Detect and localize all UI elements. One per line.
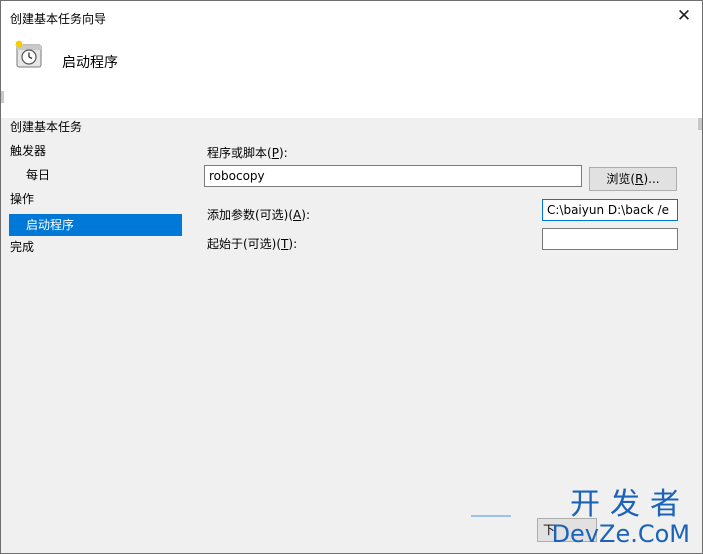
nav-step-trigger[interactable]: 触发器	[10, 140, 180, 162]
wizard-window: 创建基本任务向导 ✕ 启动程序 创建基本任务 触发器 每日 操作 启动程序 完成…	[0, 0, 703, 554]
start-in-label: 起始于(可选)(T):	[207, 237, 298, 251]
wizard-content: 程序或脚本(P): 浏览(R)... 添加参数(可选)(A): 起始于(可选)(…	[191, 118, 702, 553]
nav-step-start-program[interactable]: 启动程序	[9, 214, 182, 236]
task-scheduler-clock-icon	[14, 39, 42, 68]
program-script-label: 程序或脚本(P):	[207, 146, 288, 160]
nav-step-label: 完成	[10, 240, 35, 254]
start-in-input[interactable]	[542, 228, 678, 250]
wizard-header: 启动程序	[1, 31, 702, 118]
nav-step-finish[interactable]: 完成	[10, 236, 180, 258]
window-title: 创建基本任务向导	[10, 12, 107, 26]
page-title: 启动程序	[62, 55, 118, 71]
program-script-input[interactable]	[204, 165, 582, 187]
nav-step-label: 操作	[10, 192, 35, 206]
title-bar: 创建基本任务向导 ✕	[1, 1, 702, 31]
close-button[interactable]: ✕	[666, 1, 702, 31]
nav-step-label: 启动程序	[26, 218, 75, 232]
next-button[interactable]: 下	[537, 518, 597, 542]
close-icon: ✕	[676, 6, 692, 26]
nav-step-create-basic-task[interactable]: 创建基本任务	[10, 116, 180, 138]
nav-step-daily[interactable]: 每日	[26, 164, 180, 186]
add-arguments-input[interactable]	[542, 199, 678, 221]
browse-button[interactable]: 浏览(R)...	[589, 167, 677, 191]
nav-step-label: 创建基本任务	[10, 120, 83, 134]
left-edge-artifact	[1, 91, 4, 103]
nav-step-label: 触发器	[10, 144, 47, 158]
nav-step-label: 每日	[26, 168, 51, 182]
nav-step-action[interactable]: 操作	[10, 188, 180, 210]
wizard-steps-nav: 创建基本任务 触发器 每日 操作 启动程序 完成	[1, 118, 191, 553]
add-arguments-label: 添加参数(可选)(A):	[207, 208, 310, 222]
watermark-stroke	[471, 515, 511, 517]
